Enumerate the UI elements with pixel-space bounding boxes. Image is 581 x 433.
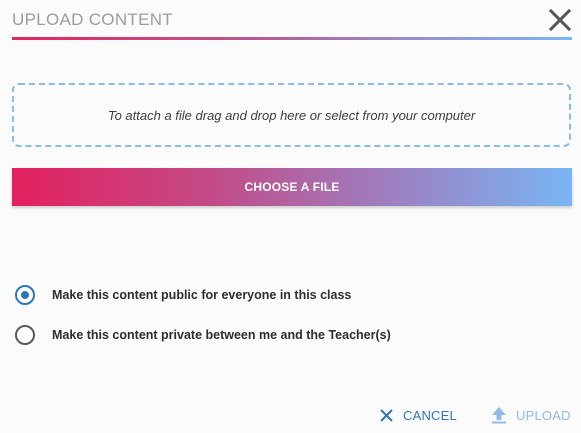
cancel-label: CANCEL — [403, 407, 457, 423]
radio-option-public[interactable]: Make this content public for everyone in… — [15, 284, 351, 306]
close-icon — [548, 8, 572, 32]
header-divider — [12, 37, 572, 40]
upload-content-dialog: UPLOAD CONTENT To attach a file drag and… — [0, 0, 581, 433]
choose-file-label: CHOOSE A FILE — [244, 180, 340, 194]
cancel-button[interactable]: CANCEL — [379, 405, 457, 425]
radio-option-private[interactable]: Make this content private between me and… — [15, 324, 391, 346]
close-button[interactable] — [548, 8, 572, 32]
radio-selected-dot — [21, 291, 29, 299]
dialog-header: UPLOAD CONTENT — [12, 8, 572, 34]
upload-arrow-icon — [492, 407, 506, 424]
radio-button-public[interactable] — [15, 285, 35, 305]
radio-label-private: Make this content private between me and… — [52, 328, 391, 342]
close-icon — [380, 408, 393, 422]
dialog-title: UPLOAD CONTENT — [12, 10, 173, 29]
radio-label-public: Make this content public for everyone in… — [52, 288, 352, 302]
choose-file-button[interactable]: CHOOSE A FILE — [12, 168, 572, 206]
dropzone-instructions: To attach a file drag and drop here or s… — [107, 107, 476, 123]
radio-button-private[interactable] — [15, 325, 35, 345]
upload-label: UPLOAD — [516, 407, 571, 423]
upload-button[interactable]: UPLOAD — [491, 405, 571, 425]
file-dropzone[interactable]: To attach a file drag and drop here or s… — [12, 83, 571, 147]
